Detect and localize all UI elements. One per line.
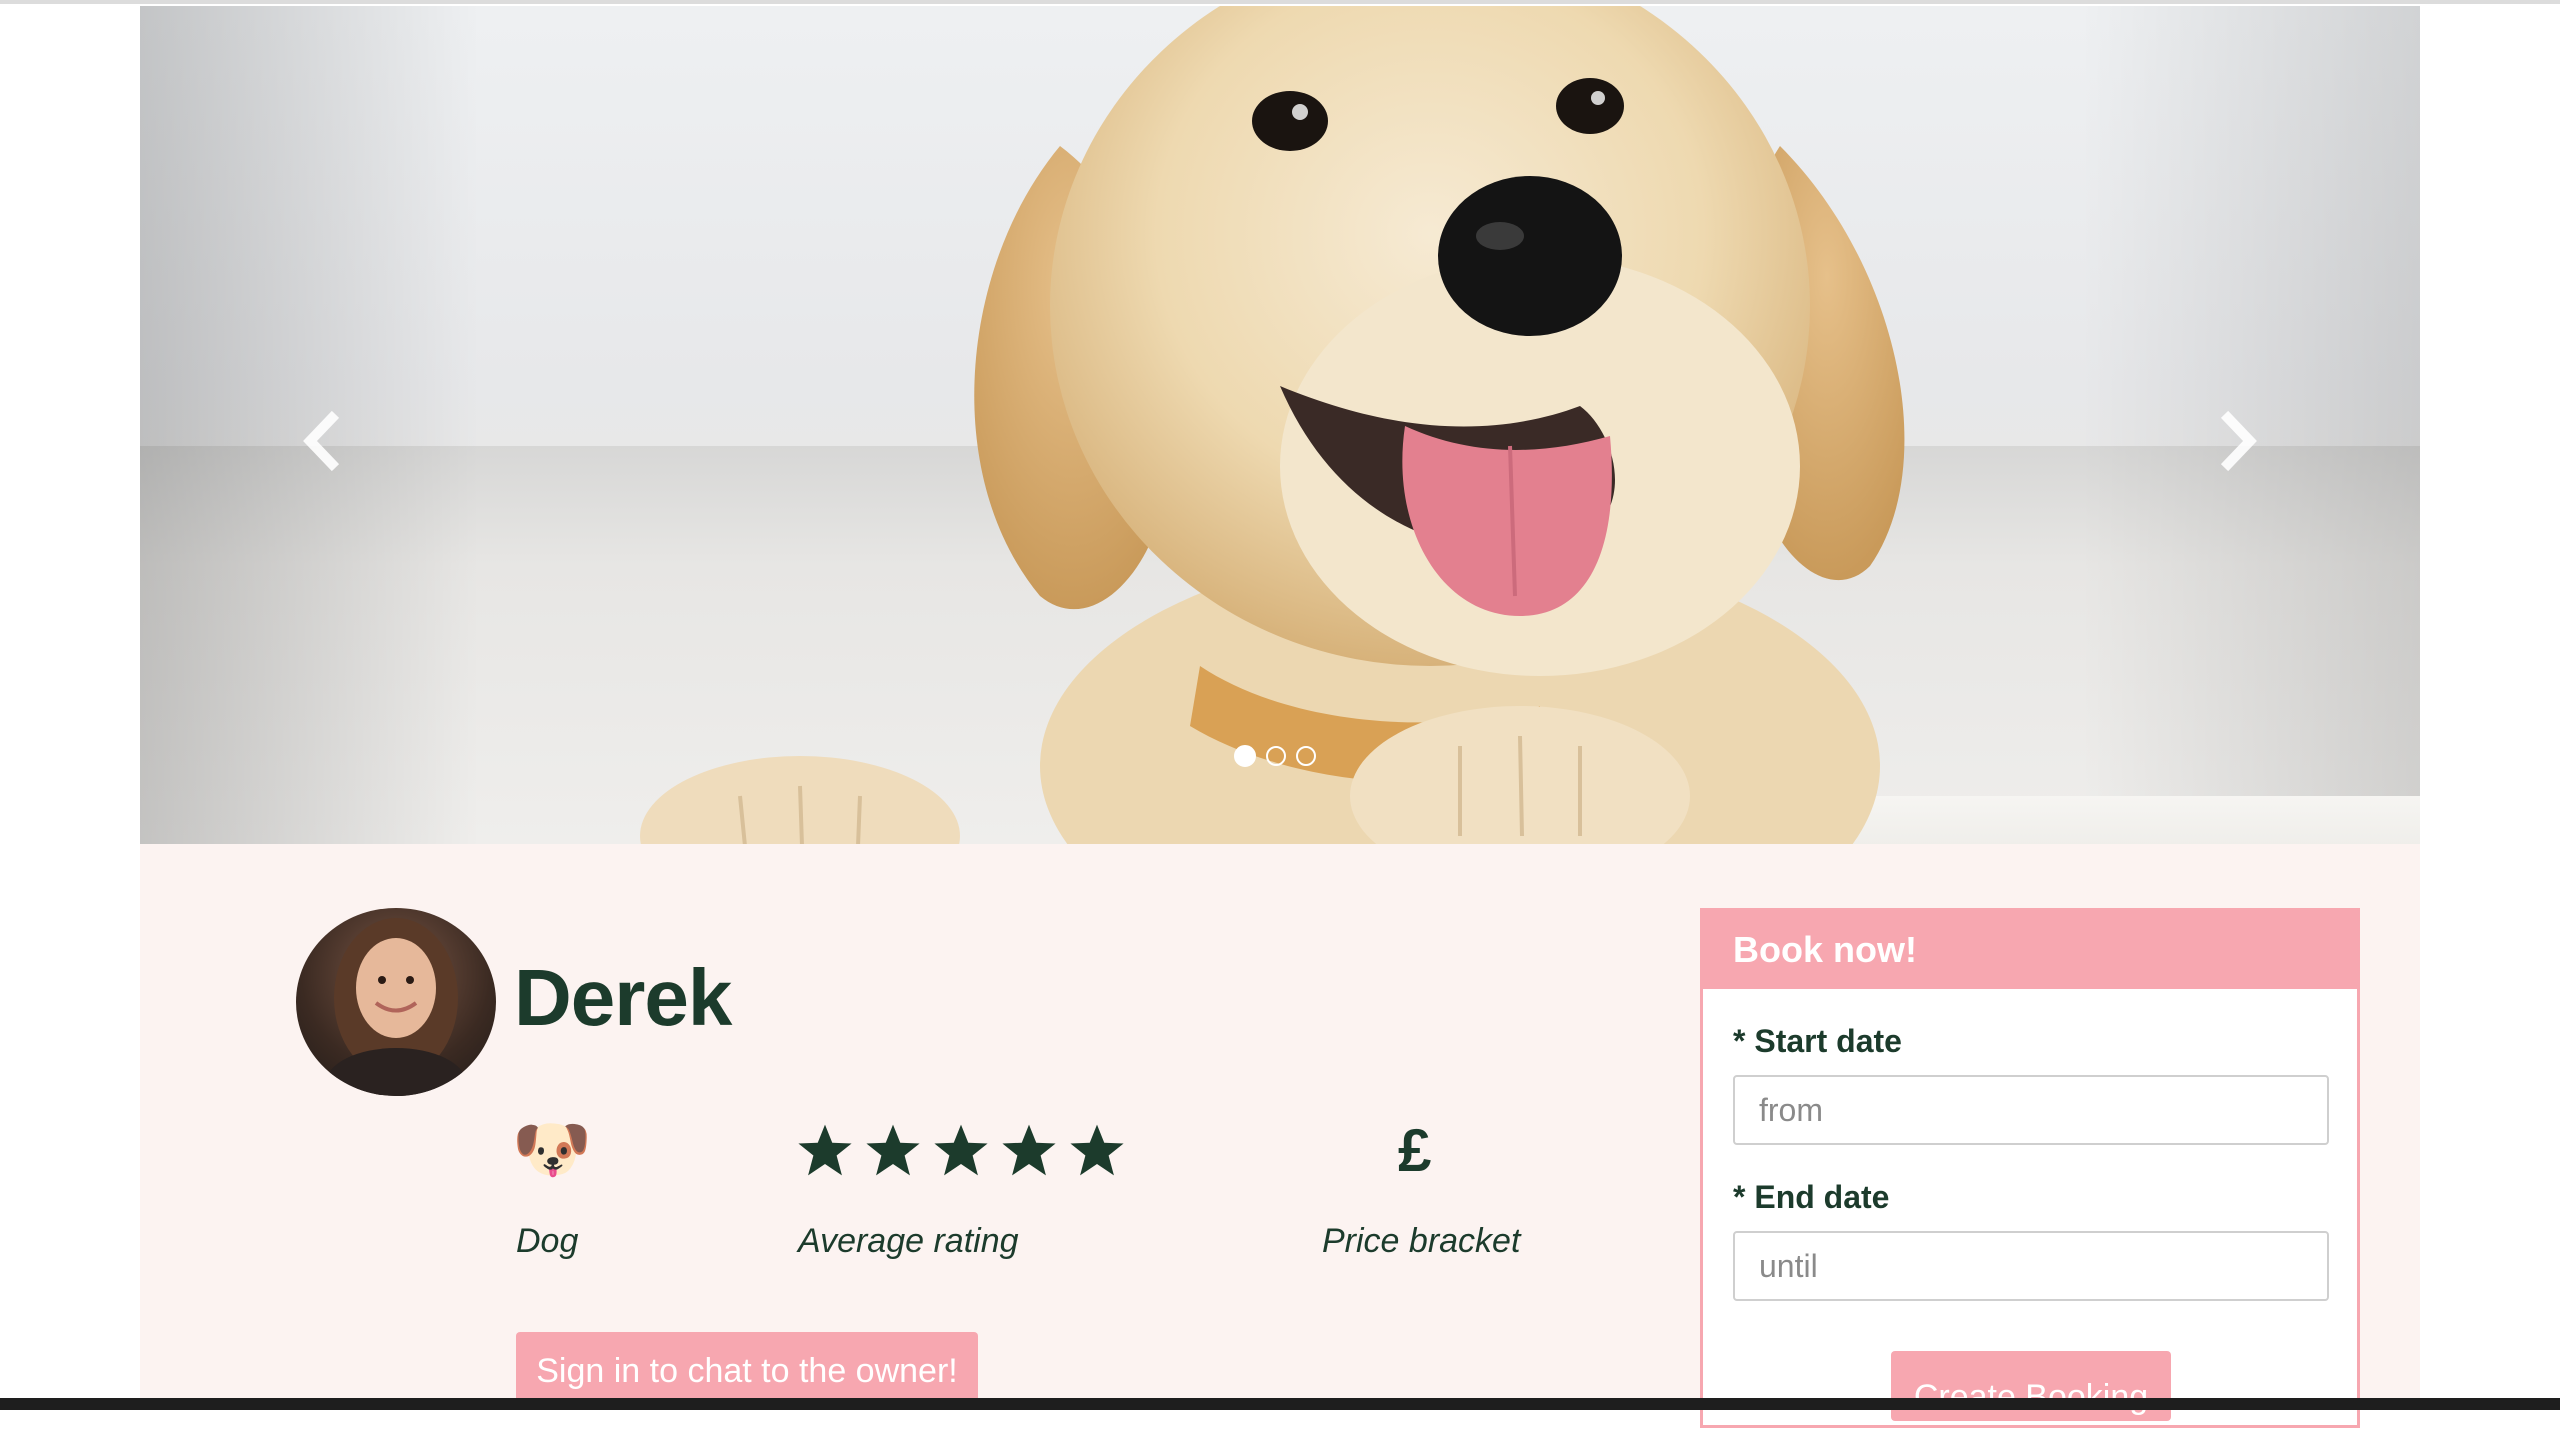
window-bottom-edge [0, 1398, 2560, 1410]
star-icon [1002, 1124, 1056, 1176]
pound-glyph: £ [1398, 1116, 1432, 1184]
start-date-label: * Start date [1733, 1023, 1902, 1059]
dog-emoji: 🐶 [512, 1113, 592, 1187]
star-icon [866, 1124, 920, 1176]
pound-icon: £ [1398, 1115, 1431, 1185]
chevron-left-icon [303, 410, 340, 472]
carousel-indicator-1[interactable] [1234, 745, 1256, 767]
carousel-next-button[interactable] [2202, 406, 2272, 476]
owner-name: Derek [514, 953, 732, 1042]
dog-face-icon: 🐶 [512, 1115, 592, 1185]
end-date-input[interactable] [1733, 1231, 2329, 1301]
rating-stars [796, 1115, 1136, 1185]
chevron-right-icon [2220, 410, 2257, 472]
create-booking-button[interactable]: Create Booking [1891, 1351, 2171, 1421]
browser-top-border [0, 0, 2560, 4]
carousel-indicator-2[interactable] [1266, 746, 1286, 766]
booking-title: Book now! [1703, 911, 2357, 989]
star-icon [934, 1124, 988, 1176]
species-label: Dog [516, 1222, 579, 1260]
end-date-label: * End date [1733, 1179, 1890, 1215]
puppy-photo [640, 6, 1905, 844]
carousel-indicator-3[interactable] [1296, 746, 1316, 766]
price-label: Price bracket [1322, 1222, 1521, 1260]
owner-avatar [296, 908, 496, 1096]
carousel-indicators [1234, 745, 1316, 767]
carousel-prev-button[interactable] [288, 406, 358, 476]
star-icon [1070, 1124, 1124, 1176]
booking-card: Book now! * Start date * End date Create… [1700, 908, 2360, 1428]
rating-label: Average rating [798, 1222, 1019, 1260]
start-date-input[interactable] [1733, 1075, 2329, 1145]
image-carousel [140, 6, 2420, 844]
star-icon [798, 1124, 852, 1176]
